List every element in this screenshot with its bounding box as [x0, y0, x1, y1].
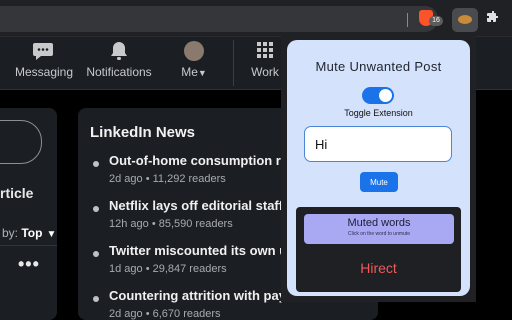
news-meta: 2d ago • 11,292 readers	[109, 173, 226, 185]
nav-label: Me▼	[177, 65, 211, 79]
nav-me-label: Me	[181, 65, 198, 79]
news-headline[interactable]: Out-of-home consumption r	[109, 153, 281, 168]
nav-label: Work	[251, 65, 279, 79]
shields-count-badge: 16	[429, 16, 443, 26]
nav-messaging[interactable]: Messaging	[15, 41, 74, 79]
caret-down-icon: ▼	[46, 229, 57, 240]
avatar	[184, 41, 204, 61]
muted-words-panel: Muted words Click on the word to unmute …	[296, 207, 461, 292]
popup-title: Mute Unwanted Post	[315, 59, 442, 74]
nav-divider	[233, 40, 234, 86]
messaging-icon	[33, 43, 53, 60]
muted-words-hint: Click on the word to unmute	[348, 231, 410, 237]
bell-icon	[111, 42, 127, 60]
bullet-icon	[93, 206, 99, 212]
muted-words-header: Muted words Click on the word to unmute	[304, 214, 454, 244]
bullet-icon	[93, 251, 99, 257]
bullet-icon	[93, 161, 99, 167]
sort-value: Top	[21, 226, 43, 240]
news-headline[interactable]: Netflix lays off editorial staff	[109, 198, 283, 213]
popup-panel: Mute Unwanted Post Toggle Extension Mute…	[287, 40, 470, 296]
toggle-extension-switch[interactable]	[362, 87, 394, 104]
mute-extension-icon	[458, 15, 472, 24]
mute-button[interactable]: Mute	[360, 172, 398, 192]
grid-icon	[257, 42, 273, 58]
nav-me[interactable]: Me▼	[177, 41, 211, 79]
nav-work[interactable]: Work	[247, 41, 283, 79]
toolbar-divider	[407, 13, 408, 27]
nav-label: Messaging	[15, 65, 74, 79]
news-card-title: LinkedIn News	[90, 124, 196, 141]
news-headline[interactable]: Twitter miscounted its own u	[109, 243, 287, 258]
mute-extension-button[interactable]	[452, 8, 478, 32]
bullet-icon	[93, 296, 99, 302]
feed-sort[interactable]: by: Top ▼	[2, 226, 56, 240]
muted-word-item[interactable]: Hirect	[296, 260, 461, 276]
browser-toolbar: 16	[0, 0, 512, 37]
news-headline[interactable]: Countering attrition with pay	[109, 288, 286, 303]
toggle-knob	[379, 89, 392, 102]
news-meta: 2d ago • 6,670 readers	[109, 308, 221, 320]
nav-label: Notifications	[86, 65, 152, 79]
news-meta: 1d ago • 29,847 readers	[109, 263, 227, 275]
address-bar[interactable]	[0, 6, 438, 32]
mute-word-input[interactable]	[304, 126, 452, 162]
toggle-label: Toggle Extension	[344, 108, 413, 118]
extensions-puzzle-icon[interactable]	[484, 10, 504, 28]
divider	[0, 245, 57, 246]
news-meta: 12h ago • 85,590 readers	[109, 218, 233, 230]
write-article-link[interactable]: rticle	[0, 185, 33, 201]
extension-popup: Mute Unwanted Post Toggle Extension Mute…	[281, 36, 476, 302]
nav-notifications[interactable]: Notifications	[86, 41, 152, 79]
chevron-down-icon: ▼	[197, 68, 207, 78]
muted-words-title: Muted words	[347, 217, 411, 229]
more-options-icon[interactable]: •••	[18, 254, 40, 275]
puzzle-icon	[487, 11, 498, 22]
start-post-input[interactable]	[0, 120, 42, 164]
sort-prefix: by:	[2, 226, 19, 240]
